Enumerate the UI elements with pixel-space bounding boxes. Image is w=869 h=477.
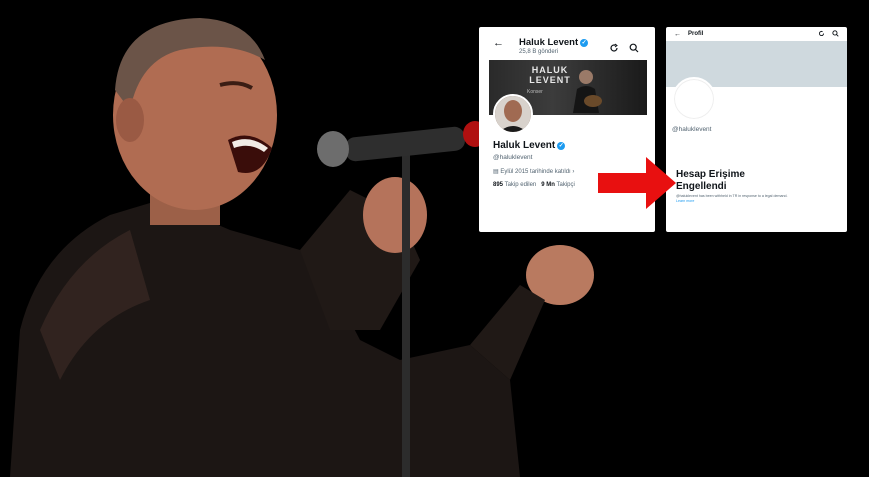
following-count[interactable]: 895 (493, 182, 503, 188)
empty-avatar (672, 77, 716, 121)
join-date: ▤ Eylül 2015 tarihinde katıldı › (493, 169, 575, 175)
search-icon[interactable] (832, 30, 839, 37)
following-label: Takip edilen (504, 182, 537, 188)
refresh-icon[interactable] (818, 30, 825, 37)
followers-count[interactable]: 9 Mn (541, 182, 555, 188)
header-profile: Profil (688, 31, 704, 37)
profile-handle: @haluklevent (493, 154, 533, 161)
profile-handle: @haluklevent (672, 126, 712, 133)
mic-stand (402, 150, 410, 477)
avatar-image (495, 96, 531, 132)
banner-subtitle: Konser (527, 89, 543, 95)
learn-more-link[interactable]: Learn more (676, 199, 694, 203)
mic-head (317, 131, 349, 167)
refresh-icon[interactable] (609, 43, 619, 53)
red-arrow-icon (598, 157, 676, 209)
header-name: Haluk Levent ✓ (519, 37, 589, 48)
withheld-note: @haluklevent has been withheld in TR in … (676, 194, 788, 203)
ear (116, 98, 144, 142)
blocked-profile-screenshot: ← Profil @haluklevent Hesap Erişime Enge… (666, 27, 847, 232)
post-count: 25,8 B gönderi (519, 49, 559, 55)
profile-header: ← Haluk Levent ✓ 25,8 B gönderi (479, 27, 655, 57)
followers-label: Takipçi (556, 182, 575, 188)
chevron-right-icon: › (570, 169, 575, 175)
profile-avatar[interactable] (493, 94, 533, 134)
right-fist (363, 177, 427, 253)
profile-name: Haluk Levent ✓ (493, 140, 566, 151)
search-icon[interactable] (629, 43, 639, 53)
back-arrow-icon[interactable]: ← (493, 38, 504, 49)
back-arrow-icon[interactable]: ← (674, 31, 681, 38)
follow-stats: 895 Takip edilen 9 Mn Takipçi (493, 182, 575, 188)
verified-badge-icon: ✓ (580, 39, 589, 47)
verified-badge-icon: ✓ (557, 142, 566, 150)
blocked-title: Hesap Erişime Engellendi (676, 169, 745, 192)
banner-guitarist-image (573, 70, 602, 113)
news-composite: ← Haluk Levent ✓ 25,8 B gönderi HALUK LEV… (0, 0, 869, 477)
